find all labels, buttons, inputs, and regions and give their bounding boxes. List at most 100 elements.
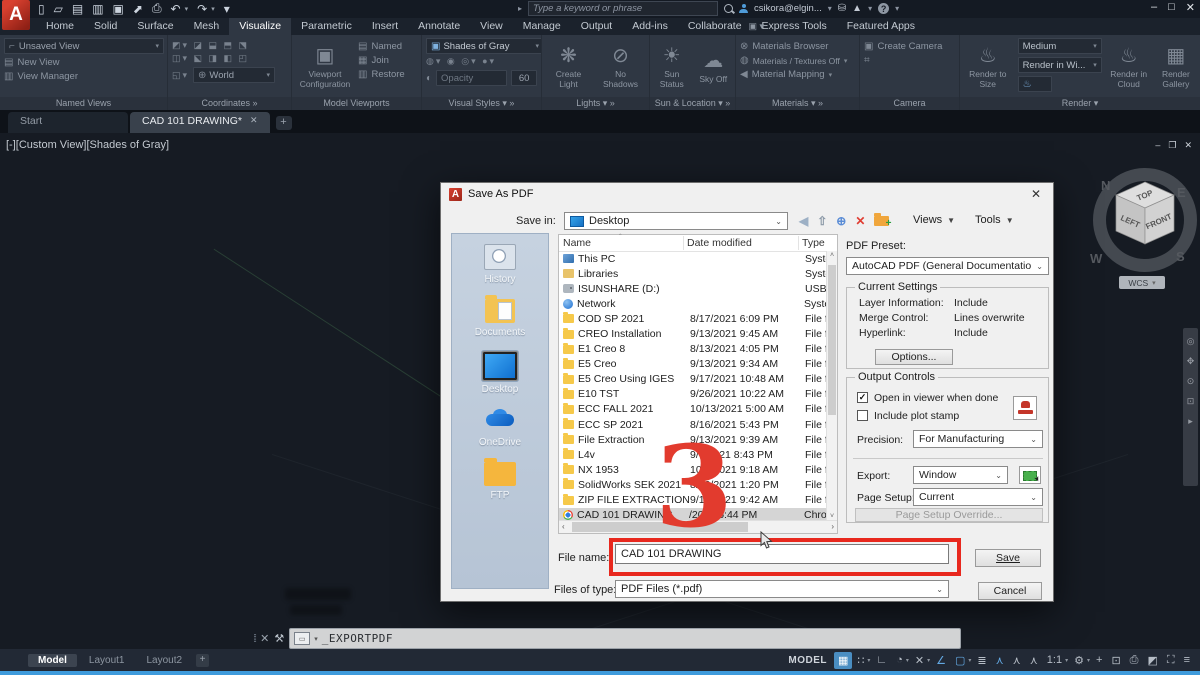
menu-icon[interactable]: ≡: [1180, 652, 1194, 668]
account-name[interactable]: csikora@elgin...: [754, 3, 822, 14]
orbit-icon[interactable]: ⊡: [1187, 396, 1195, 407]
lineweight-icon[interactable]: ≣: [973, 652, 990, 669]
render-gallery-button[interactable]: ▦ Render Gallery: [1156, 38, 1196, 94]
sidebar-place-documents[interactable]: Documents: [455, 295, 545, 338]
file-row-e10-tst[interactable]: E10 TST 9/26/2021 10:22 AM File f: [559, 387, 827, 402]
create-light-button[interactable]: ❋ Create Light: [547, 38, 591, 94]
file-row-isunshare-d[interactable]: ISUNSHARE (D:) USB: [559, 281, 827, 296]
no-shadows-button[interactable]: ⊘ No Shadows: [597, 38, 645, 94]
ribbon-tab-add-ins[interactable]: Add-ins: [622, 18, 678, 35]
annotation-visibility-icon[interactable]: ⋏: [992, 652, 1008, 669]
scroll-up-icon[interactable]: ˄: [827, 252, 837, 259]
account-caret-icon[interactable]: ▾: [828, 4, 832, 13]
panel-label[interactable]: Lights ▾ »: [542, 97, 649, 110]
file-list-header[interactable]: ˆ Name Date modified Type: [559, 233, 837, 252]
back-icon[interactable]: ◀: [799, 214, 808, 228]
help-icon[interactable]: ?: [878, 3, 890, 14]
clean-screen-icon[interactable]: ⛶: [1163, 652, 1179, 669]
files-of-type-dropdown[interactable]: PDF Files (*.pdf) ⌄: [615, 580, 949, 598]
options-button[interactable]: Options...: [875, 349, 953, 365]
navigation-bar[interactable]: ◎ ✥ ⊙ ⊡ ▸: [1183, 328, 1198, 486]
recent-commands-icon[interactable]: ▭: [294, 632, 311, 645]
view-dropdown[interactable]: ⌐ Unsaved View ▾: [4, 38, 164, 54]
open-file-icon[interactable]: ▱: [54, 2, 63, 16]
scroll-right-icon[interactable]: ›: [831, 522, 834, 531]
expand-search-icon[interactable]: ▸: [518, 4, 522, 13]
layout-tab-layout2[interactable]: Layout2: [136, 654, 192, 667]
file-tab-start[interactable]: Start: [8, 112, 128, 133]
ribbon-tab-surface[interactable]: Surface: [127, 18, 183, 35]
join-viewports-button[interactable]: ▦ Join: [358, 55, 405, 66]
wcs-dropdown[interactable]: WCS ▾: [1119, 276, 1165, 289]
dropdown-caret-icon[interactable]: ▾: [867, 657, 870, 664]
compass-north[interactable]: N: [1101, 178, 1110, 193]
isolate-objects-icon[interactable]: ⊡: [1107, 652, 1124, 669]
ribbon-tab-mesh[interactable]: Mesh: [184, 18, 230, 35]
autodesk-caret-icon[interactable]: ▾: [868, 4, 872, 13]
vertical-scrollbar[interactable]: ˄ ˅: [826, 251, 837, 521]
cancel-button[interactable]: Cancel: [978, 582, 1042, 600]
ortho-mode-icon[interactable]: ∟: [872, 652, 891, 668]
graphics-performance-icon[interactable]: ◩: [1143, 652, 1161, 669]
restore-viewports-button[interactable]: ▥ Restore: [358, 69, 405, 80]
ucs-tools-row2[interactable]: ◫▾ ⬕ ◨ ◧ ◰: [172, 53, 287, 64]
file-row-this-pc[interactable]: This PC Syste: [559, 251, 827, 266]
close-command-line-icon[interactable]: ✕: [260, 632, 269, 645]
viewport-restore-icon[interactable]: ❐: [1168, 140, 1176, 151]
ribbon-display-icon[interactable]: ▣ ▾: [742, 18, 770, 32]
scroll-left-icon[interactable]: ‹: [562, 522, 565, 531]
dialog-close-icon[interactable]: ✕: [1027, 187, 1045, 201]
workspace-switching-icon[interactable]: ⚙: [1070, 652, 1088, 669]
delete-icon[interactable]: ✕: [855, 214, 865, 228]
sun-status-button[interactable]: ☀ Sun Status: [654, 38, 690, 94]
save-as-icon[interactable]: ▥: [92, 2, 103, 16]
export-icon[interactable]: ⬈: [133, 2, 143, 16]
layout-tab-layout1[interactable]: Layout1: [79, 654, 135, 667]
drag-grip-icon[interactable]: ⁞⁞: [253, 633, 257, 645]
dropdown-caret-icon[interactable]: ▾: [211, 5, 215, 13]
panel-label[interactable]: Model Viewports: [292, 97, 421, 110]
file-row-cod-sp-2021[interactable]: COD SP 2021 8/17/2021 6:09 PM File f: [559, 311, 827, 326]
named-viewports-button[interactable]: ▤ Named: [358, 41, 405, 52]
help-caret-icon[interactable]: ▾: [895, 4, 899, 13]
osnap-tracking-icon[interactable]: ∠: [932, 652, 950, 669]
customization-icon[interactable]: +: [1092, 652, 1106, 668]
column-type[interactable]: Type: [802, 237, 825, 249]
snap-mode-icon[interactable]: ∷: [853, 652, 868, 669]
search-icon[interactable]: [724, 4, 734, 13]
new-file-icon[interactable]: ▯: [38, 2, 45, 16]
close-button[interactable]: ✕: [1186, 1, 1195, 14]
column-name[interactable]: Name: [563, 237, 591, 249]
layout-tab-model[interactable]: Model: [28, 653, 77, 667]
new-view-button[interactable]: ▤ New View: [4, 57, 163, 68]
open-in-viewer-checkbox[interactable]: ✓: [857, 392, 868, 403]
sidebar-place-ftp[interactable]: FTP: [455, 458, 545, 501]
render-quality-dropdown[interactable]: Medium ▾: [1017, 38, 1102, 54]
viewport-configuration-button[interactable]: ▣ Viewport Configuration: [296, 38, 354, 94]
close-tab-icon[interactable]: ✕: [250, 115, 258, 126]
model-space-label[interactable]: MODEL: [788, 655, 827, 666]
viewport-minimize-icon[interactable]: ‒: [1155, 140, 1160, 151]
file-row-network[interactable]: Network Syste: [559, 296, 827, 311]
ribbon-tab-collaborate[interactable]: Collaborate: [678, 18, 752, 35]
visual-style-tools[interactable]: ◍▾ ◉ ◎▾ ●▾: [426, 56, 537, 67]
dropdown-caret-icon[interactable]: ▾: [968, 657, 971, 664]
plot-icon[interactable]: ⎙: [1126, 652, 1143, 669]
ribbon-tab-annotate[interactable]: Annotate: [408, 18, 470, 35]
panel-label[interactable]: Materials ▾ »: [736, 97, 859, 110]
save-in-dropdown[interactable]: Desktop ⌄: [564, 212, 788, 230]
render-button[interactable]: ♨: [1017, 76, 1052, 92]
up-folder-icon[interactable]: ⇧: [817, 214, 827, 228]
viewcube[interactable]: TOP LEFT FRONT: [1112, 178, 1178, 255]
batch-save-icon[interactable]: ▣: [113, 2, 124, 16]
ucs-tools-row1[interactable]: ◩▾ ◪ ⬓ ⬒ ⬔: [172, 40, 287, 51]
dropdown-caret-icon[interactable]: ▾: [1065, 657, 1068, 664]
material-mapping-button[interactable]: ◀ Material Mapping ▾: [740, 69, 855, 80]
dropdown-caret-icon[interactable]: ▾: [906, 657, 909, 664]
ribbon-tab-view[interactable]: View: [470, 18, 513, 35]
ribbon-tab-visualize[interactable]: Visualize: [229, 18, 292, 35]
opacity-value[interactable]: 60: [511, 70, 537, 86]
search-web-icon[interactable]: ⊕: [836, 214, 846, 228]
app-store-icon[interactable]: ⛁: [838, 3, 846, 14]
ribbon-tab-insert[interactable]: Insert: [362, 18, 408, 35]
